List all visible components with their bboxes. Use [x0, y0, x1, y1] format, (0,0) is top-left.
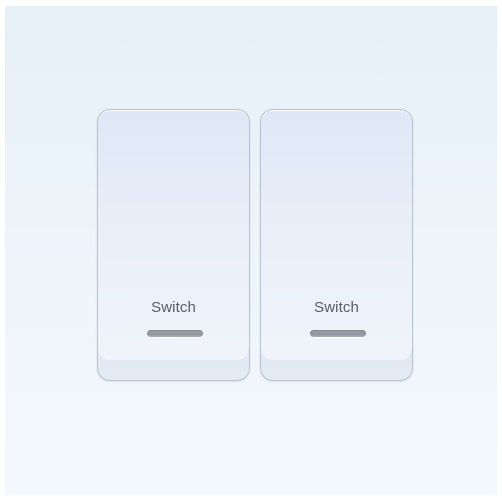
switch-button-right[interactable]: Switch: [260, 109, 413, 381]
double-switch-panel: Switch Switch: [97, 109, 414, 381]
switch-label-right: Switch: [314, 299, 359, 316]
switch-label-left: Switch: [151, 299, 196, 316]
indicator-light-left: [147, 330, 203, 337]
switch-button-left[interactable]: Switch: [97, 109, 250, 381]
indicator-light-right: [310, 330, 366, 337]
wall-background: Switch Switch: [5, 6, 497, 495]
